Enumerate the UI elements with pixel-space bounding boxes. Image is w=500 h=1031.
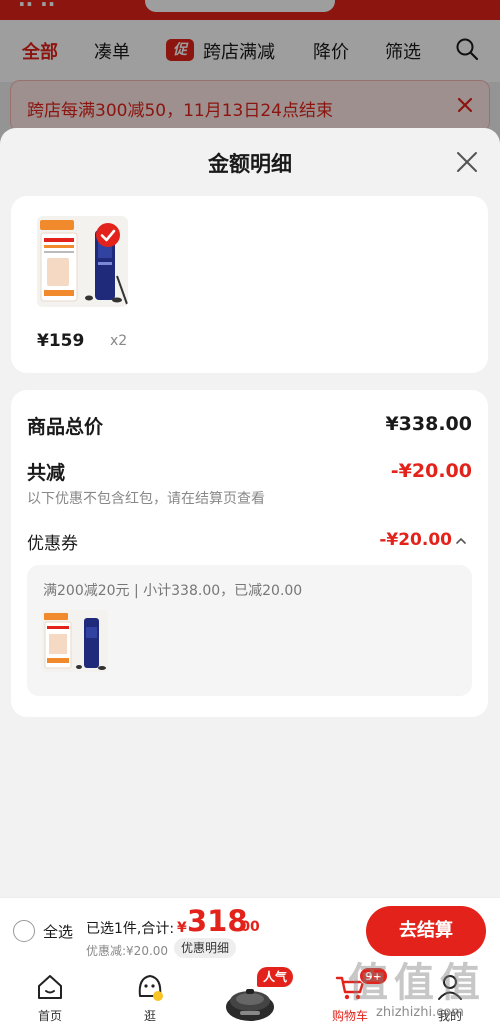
- total-price-label: 商品总价: [27, 416, 104, 438]
- product-quantity: x2: [110, 333, 128, 349]
- coupon-value[interactable]: -¥20.00: [379, 530, 452, 550]
- price-summary-card: 商品总价 ¥338.00 共减 -¥20.00 以下优惠不包含红包，请在结算页查…: [11, 390, 488, 717]
- total-amount-decimal: .00: [235, 919, 260, 935]
- tabbar-home[interactable]: 首页: [10, 965, 90, 1031]
- explore-icon: [138, 975, 163, 1001]
- selected-products-card: ¥159 x2: [11, 196, 488, 373]
- coupon-label: 优惠券: [27, 534, 78, 554]
- tabbar-explore-label: 逛: [143, 1009, 156, 1023]
- coupon-product-image: [42, 610, 108, 672]
- checkout-button[interactable]: 去结算: [366, 906, 486, 956]
- currency-symbol: ¥: [177, 920, 187, 936]
- tabbar-explore[interactable]: 逛: [110, 965, 190, 1031]
- select-all-label[interactable]: 全选: [43, 921, 73, 942]
- discount-summary: 优惠减:¥20.00: [86, 944, 169, 958]
- reduction-label: 共减: [27, 462, 66, 484]
- reduction-note: 以下优惠不包含红包，请在结算页查看: [27, 491, 265, 507]
- product-price: ¥159: [37, 331, 85, 351]
- discount-detail-button[interactable]: 优惠明细: [174, 938, 237, 958]
- reduction-value: -¥20.00: [390, 460, 472, 482]
- coupon-description: 满200减20元 | 小计338.00，已减20.00: [43, 583, 303, 599]
- selected-summary: 已选1件,合计:: [86, 921, 175, 937]
- amount-detail-sheet: 金额明细 ¥159 x2 商品总价 ¥338.00 共减 -¥20.00 以下优…: [0, 128, 500, 1031]
- watermark-text: zhizhizhi.com: [376, 1005, 464, 1020]
- selected-check-icon: [96, 223, 120, 247]
- coupon-detail-box: 满200减20元 | 小计338.00，已减20.00: [27, 565, 472, 696]
- total-price-value: ¥338.00: [385, 413, 472, 435]
- site-watermark: 值 值 值 zhizhizhi.com: [340, 950, 500, 1031]
- close-icon[interactable]: [455, 150, 479, 174]
- select-all-radio[interactable]: [13, 920, 35, 942]
- chevron-up-icon[interactable]: [455, 535, 467, 547]
- watermark-glyphs: 值 值 值: [348, 960, 480, 1006]
- sheet-title: 金额明细: [208, 152, 292, 176]
- popular-badge: 人气: [257, 967, 294, 987]
- home-icon: [38, 975, 62, 999]
- tabbar-home-label: 首页: [37, 1009, 62, 1023]
